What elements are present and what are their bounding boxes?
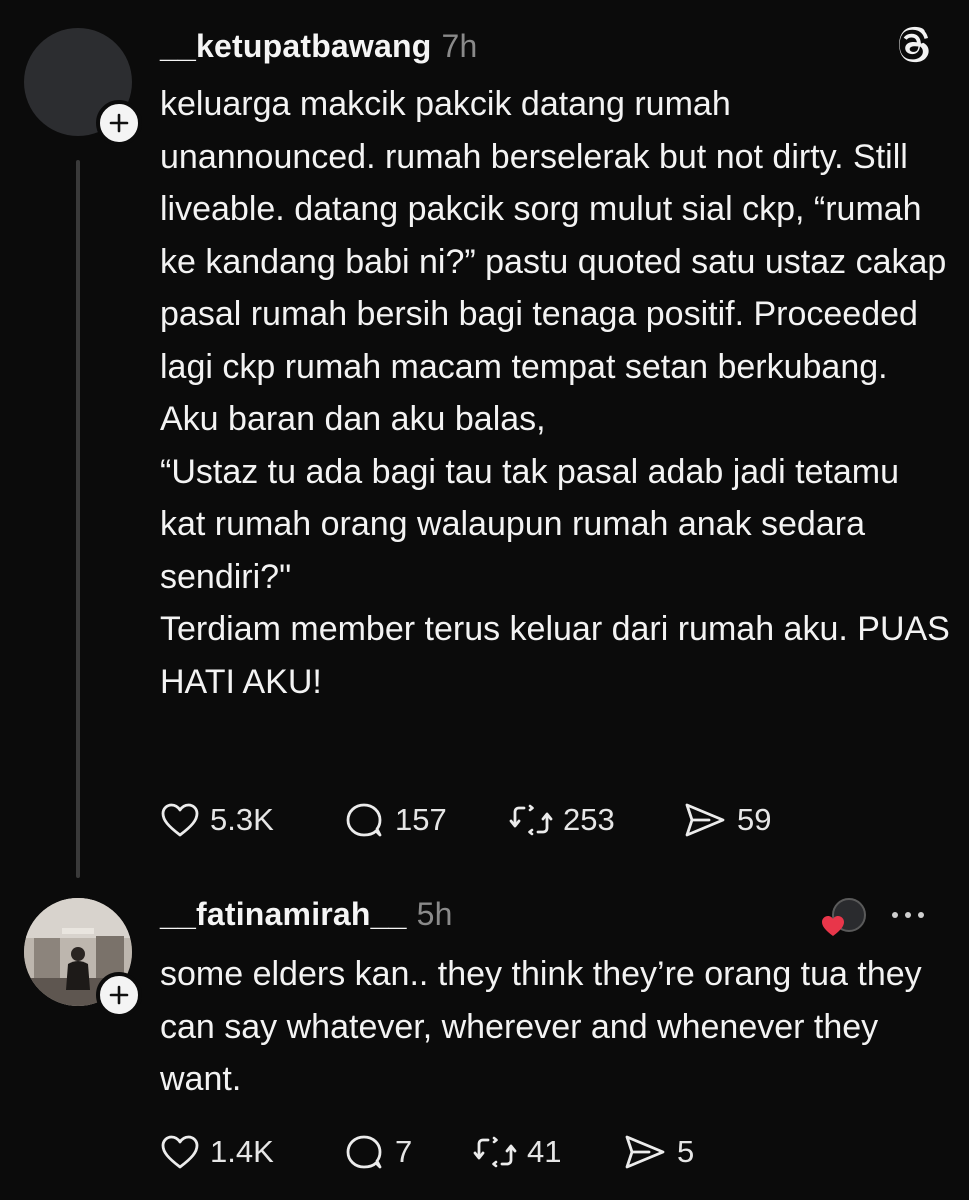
like-count: 5.3K [210,802,274,837]
reply-button[interactable]: 157 [343,800,509,840]
timestamp: 7h [441,28,478,64]
repost-button[interactable]: 253 [509,800,683,840]
reply-count: 157 [395,802,447,837]
thread-line [76,160,80,878]
post-paragraph: Aku baran dan aku balas, [160,400,546,438]
share-button[interactable]: 59 [683,800,771,840]
share-button[interactable]: 5 [623,1132,694,1172]
username[interactable]: __ketupatbawang [160,28,432,64]
reply-button[interactable]: 7 [343,1132,473,1172]
follow-plus-button[interactable] [96,972,142,1018]
reply-count: 7 [395,1134,413,1169]
heart-filled-icon [822,916,844,936]
send-icon [685,803,725,837]
post-paragraph: “Ustaz tu ada bagi tau tak pasal adab ja… [160,452,900,596]
post-body: some elders kan.. they think they’re ora… [160,948,950,1106]
comment-icon [346,1135,382,1169]
post-actions: 5.3K 157 253 59 [160,798,771,842]
like-button[interactable]: 1.4K [160,1134,343,1170]
post-fatinamirah: __fatinamirah__ 5h some elders kan.. they… [0,880,969,1200]
share-count: 59 [737,802,772,837]
timestamp: 5h [416,896,453,932]
plus-icon [109,113,129,133]
post-paragraph: keluarga makcik pakcik datang rumah unan… [160,85,947,386]
plus-icon [109,985,129,1005]
liked-by-author-indicator [822,898,866,936]
post-header: __ketupatbawang 7h [160,28,478,65]
heart-icon [161,803,199,837]
post-body: keluarga makcik pakcik datang rumah unan… [160,78,950,708]
follow-plus-button[interactable] [96,100,142,146]
post-paragraph: Terdiam member terus keluar dari rumah a… [160,610,950,701]
repost-icon [509,804,553,836]
comment-icon [346,803,382,837]
dot [892,912,898,918]
more-options-button[interactable] [892,912,924,918]
like-count: 1.4K [210,1134,274,1169]
post-actions: 1.4K 7 41 5 [160,1130,694,1174]
post-ketupatbawang: __ketupatbawang 7h keluarga makcik pakcik… [0,0,969,880]
dot [918,912,924,918]
threads-logo-icon[interactable] [897,26,931,69]
repost-icon [473,1136,517,1168]
send-icon [625,1135,665,1169]
like-button[interactable]: 5.3K [160,802,343,838]
post-header: __fatinamirah__ 5h [160,896,453,933]
dot [905,912,911,918]
share-count: 5 [677,1134,695,1169]
repost-count: 41 [527,1134,562,1169]
post-paragraph: some elders kan.. they think they’re ora… [160,955,922,1098]
heart-icon [161,1135,199,1169]
username[interactable]: __fatinamirah__ [160,896,407,932]
repost-button[interactable]: 41 [473,1132,623,1172]
repost-count: 253 [563,802,615,837]
